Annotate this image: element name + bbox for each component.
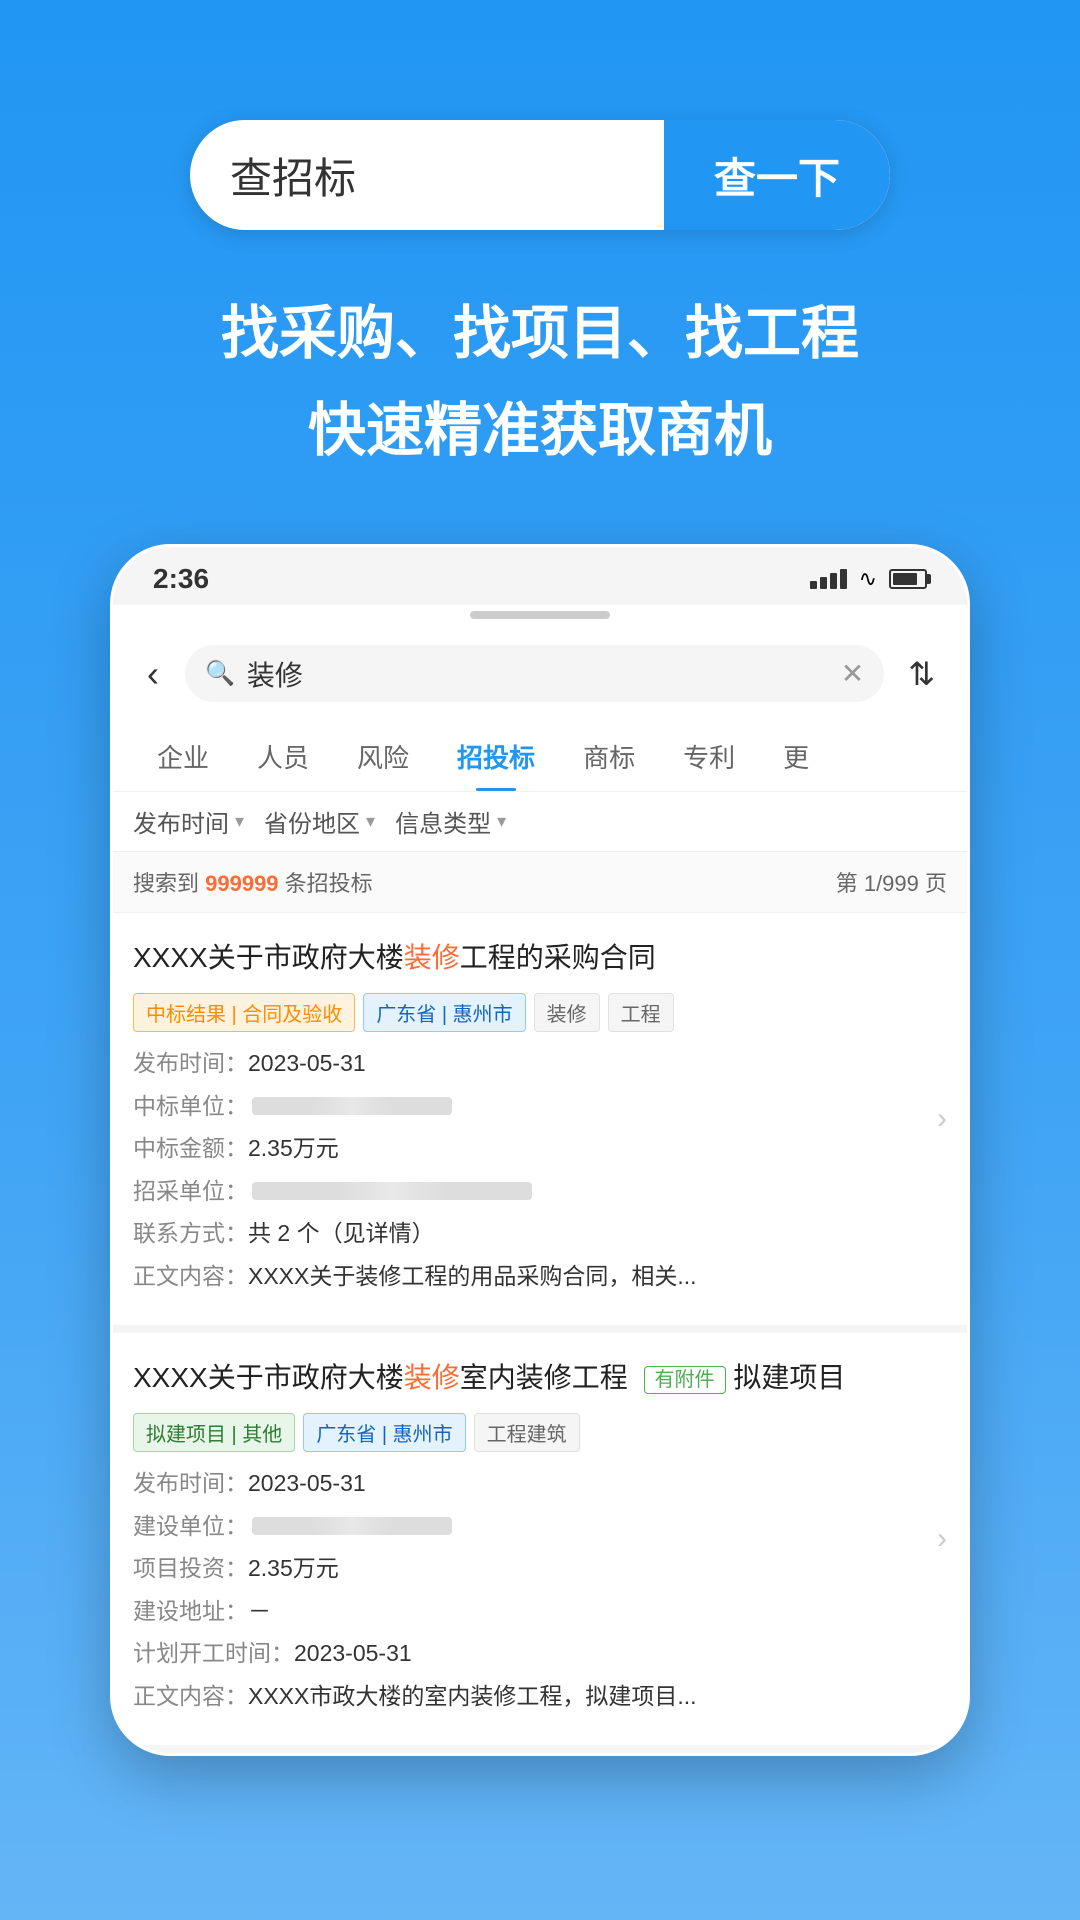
filter-region-arrow: ▾ bbox=[366, 811, 375, 832]
filter-info-type[interactable]: 信息类型 ▾ bbox=[395, 804, 506, 839]
card-2-builder: 建设单位： bbox=[133, 1509, 947, 1544]
filter-info-type-label: 信息类型 bbox=[395, 804, 491, 839]
card-2-start-time: 计划开工时间： 2023-05-31 bbox=[133, 1636, 947, 1671]
results-page: 第 1/999 页 bbox=[836, 866, 947, 898]
filter-publish-time[interactable]: 发布时间 ▾ bbox=[133, 804, 244, 839]
filter-publish-time-arrow: ▾ bbox=[235, 811, 244, 832]
phone-mockup: 2:36 ∿ ‹ bbox=[110, 544, 970, 1756]
filter-region[interactable]: 省份地区 ▾ bbox=[264, 804, 375, 839]
clear-search-button[interactable]: ✕ bbox=[841, 657, 864, 690]
card-2-title-prefix: XXXX关于市政府大楼 bbox=[133, 1362, 404, 1393]
card-1-badges: 中标结果 | 合同及验收 广东省 | 惠州市 装修 工程 bbox=[133, 993, 947, 1032]
search-section: 查一下 bbox=[0, 0, 1080, 230]
tab-personnel[interactable]: 人员 bbox=[233, 722, 333, 791]
badge-region-2: 广东省 | 惠州市 bbox=[303, 1413, 465, 1452]
card-1-title: XXXX关于市政府大楼装修工程的采购合同 bbox=[133, 937, 947, 979]
signal-icon bbox=[810, 569, 847, 589]
badge-bid-result: 中标结果 | 合同及验收 bbox=[133, 993, 355, 1032]
card-1-contact: 联系方式： 共 2 个（见详情） bbox=[133, 1216, 947, 1251]
back-button[interactable]: ‹ bbox=[137, 649, 169, 699]
results-summary: 搜索到 999999 条招投标 第 1/999 页 bbox=[113, 852, 967, 913]
app-content: ‹ 🔍 ✕ ⇅ 企业 人员 风险 招投标 商标 专利 更 bbox=[113, 625, 967, 1753]
filter-publish-time-label: 发布时间 bbox=[133, 804, 229, 839]
battery-icon bbox=[889, 569, 927, 589]
tab-enterprise[interactable]: 企业 bbox=[133, 722, 233, 791]
tab-trademark[interactable]: 商标 bbox=[559, 722, 659, 791]
card-1-winner: 中标单位： bbox=[133, 1089, 947, 1124]
card-2-title-suffix: 室内装修工程 bbox=[460, 1362, 628, 1393]
filter-info-type-arrow: ▾ bbox=[497, 811, 506, 832]
filter-region-label: 省份地区 bbox=[264, 804, 360, 839]
phone-time: 2:36 bbox=[153, 563, 209, 595]
card-1-title-prefix: XXXX关于市政府大楼 bbox=[133, 942, 404, 973]
results-prefix: 搜索到 bbox=[133, 871, 205, 896]
phone-status-icons: ∿ bbox=[810, 566, 927, 592]
badge-decoration: 装修 bbox=[534, 993, 600, 1032]
results-count-text: 搜索到 999999 条招投标 bbox=[133, 866, 373, 898]
phone-mockup-container: 2:36 ∿ ‹ bbox=[0, 544, 1080, 1756]
card-1-title-suffix: 工程的采购合同 bbox=[460, 942, 656, 973]
tab-more[interactable]: 更 bbox=[759, 722, 833, 791]
attachment-badge: 有附件 bbox=[644, 1366, 726, 1394]
search-button[interactable]: 查一下 bbox=[664, 120, 890, 230]
badge-region-1: 广东省 | 惠州市 bbox=[363, 993, 525, 1032]
phone-notch bbox=[113, 605, 967, 625]
app-search-input[interactable] bbox=[247, 658, 829, 690]
badge-construction: 工程建筑 bbox=[474, 1413, 580, 1452]
tab-bidding[interactable]: 招投标 bbox=[433, 722, 559, 791]
tagline-line2: 快速精准获取商机 bbox=[0, 387, 1080, 474]
results-number: 999999 bbox=[205, 871, 278, 896]
result-card-2[interactable]: XXXX关于市政府大楼装修室内装修工程 有附件 拟建项目 拟建项目 | 其他 广… bbox=[113, 1333, 967, 1753]
card-1-publish-time: 发布时间： 2023-05-31 bbox=[133, 1046, 947, 1081]
badge-engineering: 工程 bbox=[608, 993, 674, 1032]
sort-filter-button[interactable]: ⇅ bbox=[900, 651, 943, 697]
card-2-badges: 拟建项目 | 其他 广东省 | 惠州市 工程建筑 bbox=[133, 1413, 947, 1452]
wifi-icon: ∿ bbox=[859, 566, 877, 592]
card-2-content: 正文内容： XXXX市政大楼的室内装修工程，拟建项目... bbox=[133, 1679, 947, 1714]
tab-patent[interactable]: 专利 bbox=[659, 722, 759, 791]
app-search-icon: 🔍 bbox=[205, 659, 235, 688]
card-2-chevron: › bbox=[937, 1522, 947, 1556]
tagline: 找采购、找项目、找工程 快速精准获取商机 bbox=[0, 290, 1080, 474]
card-2-title: XXXX关于市政府大楼装修室内装修工程 有附件 拟建项目 bbox=[133, 1357, 947, 1399]
category-tabs: 企业 人员 风险 招投标 商标 专利 更 bbox=[113, 722, 967, 792]
search-input[interactable] bbox=[230, 151, 624, 199]
card-2-address: 建设地址： － bbox=[133, 1594, 947, 1629]
result-card-1[interactable]: XXXX关于市政府大楼装修工程的采购合同 中标结果 | 合同及验收 广东省 | … bbox=[113, 913, 967, 1333]
card-1-title-highlight: 装修 bbox=[404, 942, 460, 973]
badge-proposed-project: 拟建项目 | 其他 bbox=[133, 1413, 295, 1452]
app-header: ‹ 🔍 ✕ ⇅ bbox=[113, 625, 967, 722]
card-2-title-highlight: 装修 bbox=[404, 1362, 460, 1393]
app-search-bar: 🔍 ✕ bbox=[185, 645, 884, 702]
search-input-area bbox=[190, 151, 664, 199]
card-1-content: 正文内容： XXXX关于装修工程的用品采购合同，相关... bbox=[133, 1259, 947, 1294]
results-suffix: 条招投标 bbox=[285, 871, 373, 896]
card-2-publish-time: 发布时间： 2023-05-31 bbox=[133, 1466, 947, 1501]
card-1-chevron: › bbox=[937, 1102, 947, 1136]
phone-status-bar: 2:36 ∿ bbox=[113, 547, 967, 605]
card-1-amount: 中标金额： 2.35万元 bbox=[133, 1131, 947, 1166]
search-bar: 查一下 bbox=[190, 120, 890, 230]
tagline-line1: 找采购、找项目、找工程 bbox=[0, 290, 1080, 377]
tab-risk[interactable]: 风险 bbox=[333, 722, 433, 791]
filter-bar: 发布时间 ▾ 省份地区 ▾ 信息类型 ▾ bbox=[113, 792, 967, 852]
card-1-buyer: 招采单位： bbox=[133, 1174, 947, 1209]
card-2-title-extra: 拟建项目 bbox=[733, 1362, 845, 1393]
card-2-investment: 项目投资： 2.35万元 bbox=[133, 1551, 947, 1586]
